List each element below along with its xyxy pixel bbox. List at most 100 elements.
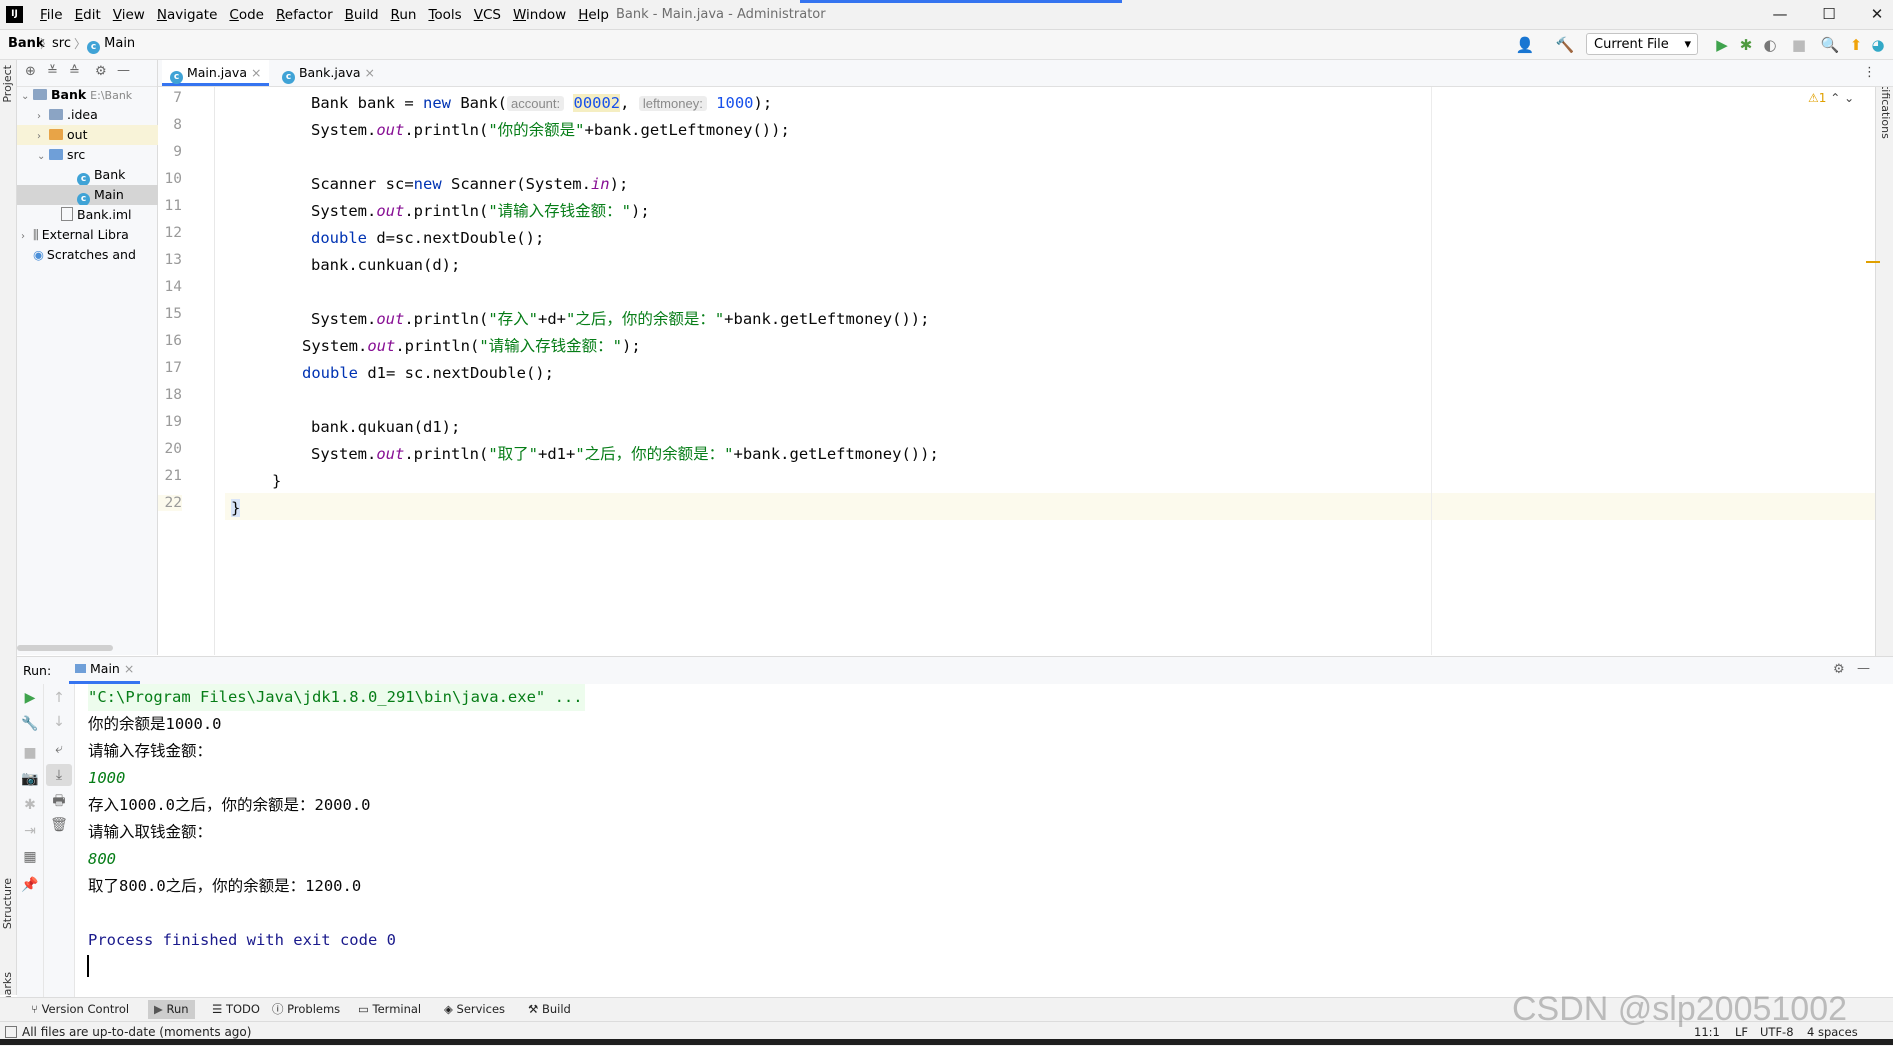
close-tab-icon[interactable]: × bbox=[365, 65, 375, 80]
tool-run[interactable]: ▶ Run bbox=[148, 1000, 195, 1019]
run-config-dropdown[interactable]: Current File ▾ bbox=[1586, 33, 1698, 55]
debug-icon[interactable]: ✱ bbox=[1736, 35, 1756, 55]
tree-item-bank-project[interactable]: ⌄ Bank E:\Bank bbox=[17, 85, 161, 105]
menu-code[interactable]: Code bbox=[223, 6, 270, 24]
class-icon: c bbox=[77, 193, 90, 205]
hide-panel-icon[interactable]: — bbox=[117, 63, 130, 78]
exit-icon[interactable]: ⇥ bbox=[17, 820, 43, 842]
code-line: Scanner sc=new Scanner(System.in); bbox=[311, 175, 629, 193]
wrench-icon[interactable]: 🔧 bbox=[17, 713, 43, 735]
structure-tool-button[interactable]: Structure bbox=[1, 878, 14, 929]
tree-item-idea[interactable]: › .idea bbox=[17, 105, 177, 125]
run-icon[interactable]: ▶ bbox=[1712, 35, 1732, 55]
minimize-button[interactable]: — bbox=[1765, 4, 1795, 24]
scroll-to-end-icon[interactable]: ⤓ bbox=[46, 764, 72, 786]
user-icon[interactable]: 👤 bbox=[1515, 35, 1535, 55]
stop-icon[interactable]: ■ bbox=[17, 742, 43, 764]
tree-item-scratches[interactable]: ◉ Scratches and bbox=[17, 245, 173, 265]
soft-wrap-icon[interactable]: ⤶ bbox=[46, 738, 72, 760]
menu-help[interactable]: Help bbox=[572, 6, 615, 24]
tree-item-out[interactable]: › out bbox=[17, 125, 177, 145]
folder-icon bbox=[49, 129, 63, 140]
breadcrumb-separator: 〉 bbox=[74, 37, 87, 51]
maximize-button[interactable]: ☐ bbox=[1814, 4, 1844, 24]
app-config-icon bbox=[75, 664, 86, 673]
menu-file[interactable]: File bbox=[34, 6, 69, 24]
collapse-all-icon[interactable]: ≙ bbox=[69, 64, 80, 79]
layout-icon[interactable]: ▦ bbox=[17, 846, 43, 868]
arrow-up-icon[interactable]: ↑ bbox=[46, 687, 72, 709]
terminal-icon: ▭ bbox=[358, 1002, 369, 1016]
status-message[interactable]: All files are up-to-date (moments ago) bbox=[22, 1025, 251, 1039]
coverage-icon[interactable]: ◐ bbox=[1760, 35, 1780, 55]
tool-problems[interactable]: ⓘ Problems bbox=[266, 1000, 346, 1019]
chevron-right-icon: › bbox=[37, 111, 41, 122]
editor-tab-bar: c Main.java × c Bank.java × ⋮ bbox=[158, 60, 1893, 87]
code-editor[interactable]: Bank bank = new Bank(account: 00002, lef… bbox=[225, 87, 1875, 655]
search-icon[interactable]: 🔍 bbox=[1820, 35, 1840, 55]
csdn-watermark: CSDN @slp20051002 bbox=[1512, 990, 1848, 1028]
tool-services[interactable]: ◈ Services bbox=[438, 1000, 511, 1019]
tree-item-path: E:\Bank bbox=[90, 89, 133, 102]
breadcrumb-main[interactable]: c Main bbox=[87, 36, 135, 54]
line-number: 15 bbox=[164, 306, 182, 322]
gear-icon[interactable]: ⚙ bbox=[95, 64, 107, 79]
tool-version-control[interactable]: ⑂ Version Control bbox=[25, 1000, 135, 1019]
menu-build[interactable]: Build bbox=[339, 6, 385, 24]
stop-icon[interactable]: ■ bbox=[1789, 35, 1809, 55]
tool-build[interactable]: ⚒ Build bbox=[522, 1000, 577, 1019]
tree-item-external-libraries[interactable]: › ⫼ External Libra bbox=[17, 225, 161, 245]
code-line: Bank bank = new Bank(account: 00002, lef… bbox=[311, 94, 773, 112]
line-number: 11 bbox=[164, 198, 182, 214]
tab-bank-java[interactable]: c Bank.java × bbox=[274, 60, 383, 86]
line-number: 20 bbox=[164, 441, 182, 457]
trash-icon[interactable]: 🗑 bbox=[46, 814, 72, 836]
more-tabs-icon[interactable]: ⋮ bbox=[1863, 65, 1876, 80]
close-tab-icon[interactable]: × bbox=[251, 65, 261, 80]
project-tool-button[interactable]: Project bbox=[1, 65, 14, 103]
menu-window[interactable]: Window bbox=[507, 6, 572, 24]
line-number: 13 bbox=[164, 252, 182, 268]
code-line: System.out.println("请输入存钱金额："); bbox=[311, 202, 650, 220]
run-panel-header: Run: Main × ⚙ — bbox=[17, 656, 1893, 685]
code-line: double d1= sc.nextDouble(); bbox=[302, 364, 554, 382]
expand-all-icon[interactable]: ≚ bbox=[47, 64, 58, 79]
debug-icon[interactable]: ✱ bbox=[17, 794, 43, 816]
chevron-right-icon: › bbox=[37, 131, 41, 142]
run-tab-main[interactable]: Main × bbox=[69, 657, 141, 684]
pin-icon[interactable]: 📌 bbox=[17, 874, 43, 896]
horizontal-scrollbar[interactable] bbox=[17, 645, 113, 651]
tree-item-src[interactable]: ⌄ src bbox=[17, 145, 177, 165]
line-number: 22 bbox=[158, 495, 182, 511]
update-icon[interactable]: ⬆ bbox=[1846, 35, 1866, 55]
file-icon bbox=[61, 207, 73, 221]
menu-edit[interactable]: Edit bbox=[69, 6, 107, 24]
print-icon[interactable]: 🖶 bbox=[46, 790, 72, 812]
camera-icon[interactable]: 📷 bbox=[17, 768, 43, 790]
tool-todo[interactable]: ☰ TODO bbox=[206, 1000, 266, 1019]
console-output[interactable]: "C:\Program Files\Java\jdk1.8.0_291\bin\… bbox=[75, 684, 1893, 997]
menu-vcs[interactable]: VCS bbox=[468, 6, 507, 24]
plugin-icon[interactable]: ◕ bbox=[1868, 35, 1888, 55]
run-toolbar-primary: ▶ 🔧 ■ 📷 ✱ ⇥ ▦ 📌 bbox=[17, 684, 44, 997]
menu-refactor[interactable]: Refactor bbox=[270, 6, 339, 24]
hide-panel-icon[interactable]: — bbox=[1857, 661, 1870, 676]
menu-run[interactable]: Run bbox=[385, 6, 423, 24]
tool-terminal[interactable]: ▭ Terminal bbox=[352, 1000, 427, 1019]
close-window-button[interactable]: ✕ bbox=[1862, 4, 1892, 24]
project-toolbar: ⊕ ≚ ≙ ⚙ — bbox=[17, 60, 157, 87]
build-hammer-icon[interactable]: 🔨 bbox=[1555, 35, 1575, 55]
line-number: 12 bbox=[164, 225, 182, 241]
arrow-down-icon[interactable]: ↓ bbox=[46, 711, 72, 733]
menu-navigate[interactable]: Navigate bbox=[151, 6, 224, 24]
close-tab-icon[interactable]: × bbox=[124, 661, 134, 676]
locate-icon[interactable]: ⊕ bbox=[25, 64, 36, 79]
menu-view[interactable]: View bbox=[107, 6, 151, 24]
tab-main-java[interactable]: c Main.java × bbox=[162, 60, 270, 86]
class-icon: c bbox=[282, 71, 295, 84]
breadcrumb-src[interactable]: src bbox=[52, 36, 71, 51]
menu-tools[interactable]: Tools bbox=[422, 6, 467, 24]
toggle-panels-icon[interactable] bbox=[5, 1026, 17, 1038]
rerun-icon[interactable]: ▶ bbox=[17, 687, 43, 709]
gear-icon[interactable]: ⚙ bbox=[1833, 662, 1845, 677]
